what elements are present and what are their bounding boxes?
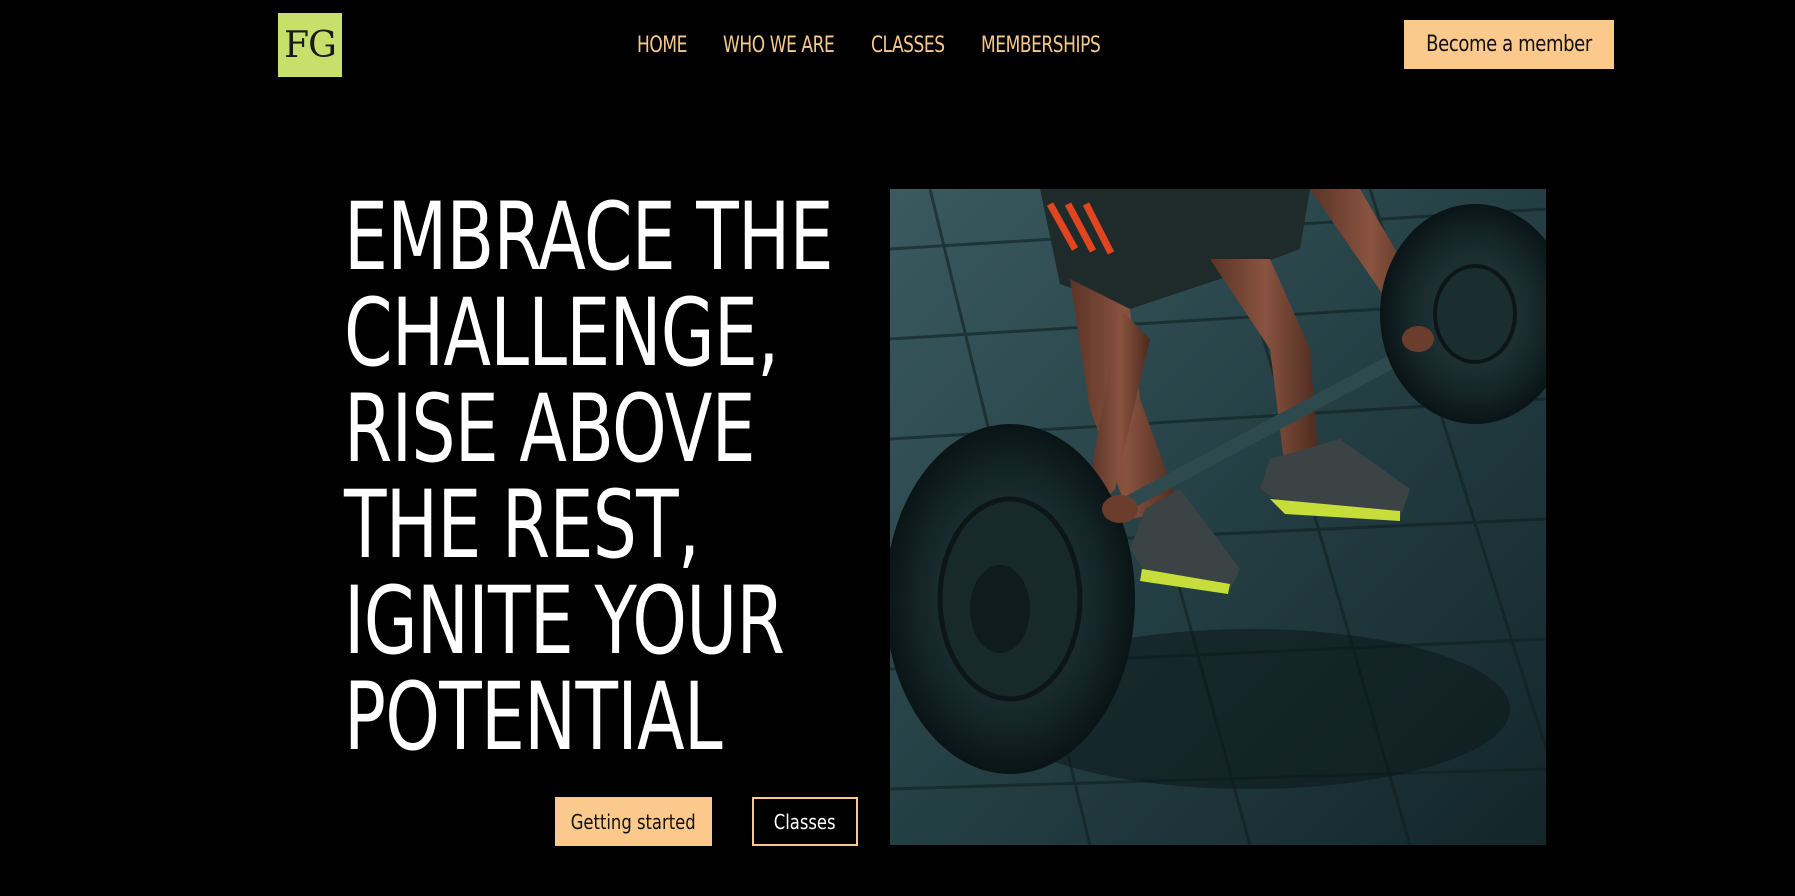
nav-item-home[interactable]: HOME bbox=[637, 28, 687, 64]
headline-line: RISE ABOVE bbox=[344, 375, 756, 484]
landing-page: FG HOME WHO WE ARE CLASSES MEMBERSHIPS B… bbox=[0, 0, 1795, 896]
headline-line: EMBRACE THE bbox=[344, 183, 834, 292]
main-nav: HOME WHO WE ARE CLASSES MEMBERSHIPS bbox=[637, 28, 1111, 64]
hero-image bbox=[890, 189, 1546, 845]
classes-button[interactable]: Classes bbox=[752, 797, 858, 846]
headline-line: THE REST, bbox=[344, 471, 700, 580]
getting-started-button[interactable]: Getting started bbox=[555, 797, 712, 846]
headline-line: POTENTIAL bbox=[344, 663, 723, 772]
classes-button-label: Classes bbox=[774, 809, 836, 834]
headline-line: IGNITE YOUR bbox=[344, 567, 785, 676]
become-member-button[interactable]: Become a member bbox=[1404, 20, 1614, 69]
weightlifter-illustration bbox=[890, 189, 1546, 845]
nav-item-memberships[interactable]: MEMBERSHIPS bbox=[981, 28, 1101, 64]
getting-started-label: Getting started bbox=[571, 809, 696, 834]
hero-headline: EMBRACE THE CHALLENGE, RISE ABOVE THE RE… bbox=[344, 190, 864, 766]
logo[interactable]: FG bbox=[278, 13, 342, 77]
nav-item-who-we-are[interactable]: WHO WE ARE bbox=[723, 28, 835, 64]
nav-item-classes[interactable]: CLASSES bbox=[871, 28, 945, 64]
headline-line: CHALLENGE, bbox=[344, 279, 779, 388]
become-member-label: Become a member bbox=[1426, 32, 1592, 57]
